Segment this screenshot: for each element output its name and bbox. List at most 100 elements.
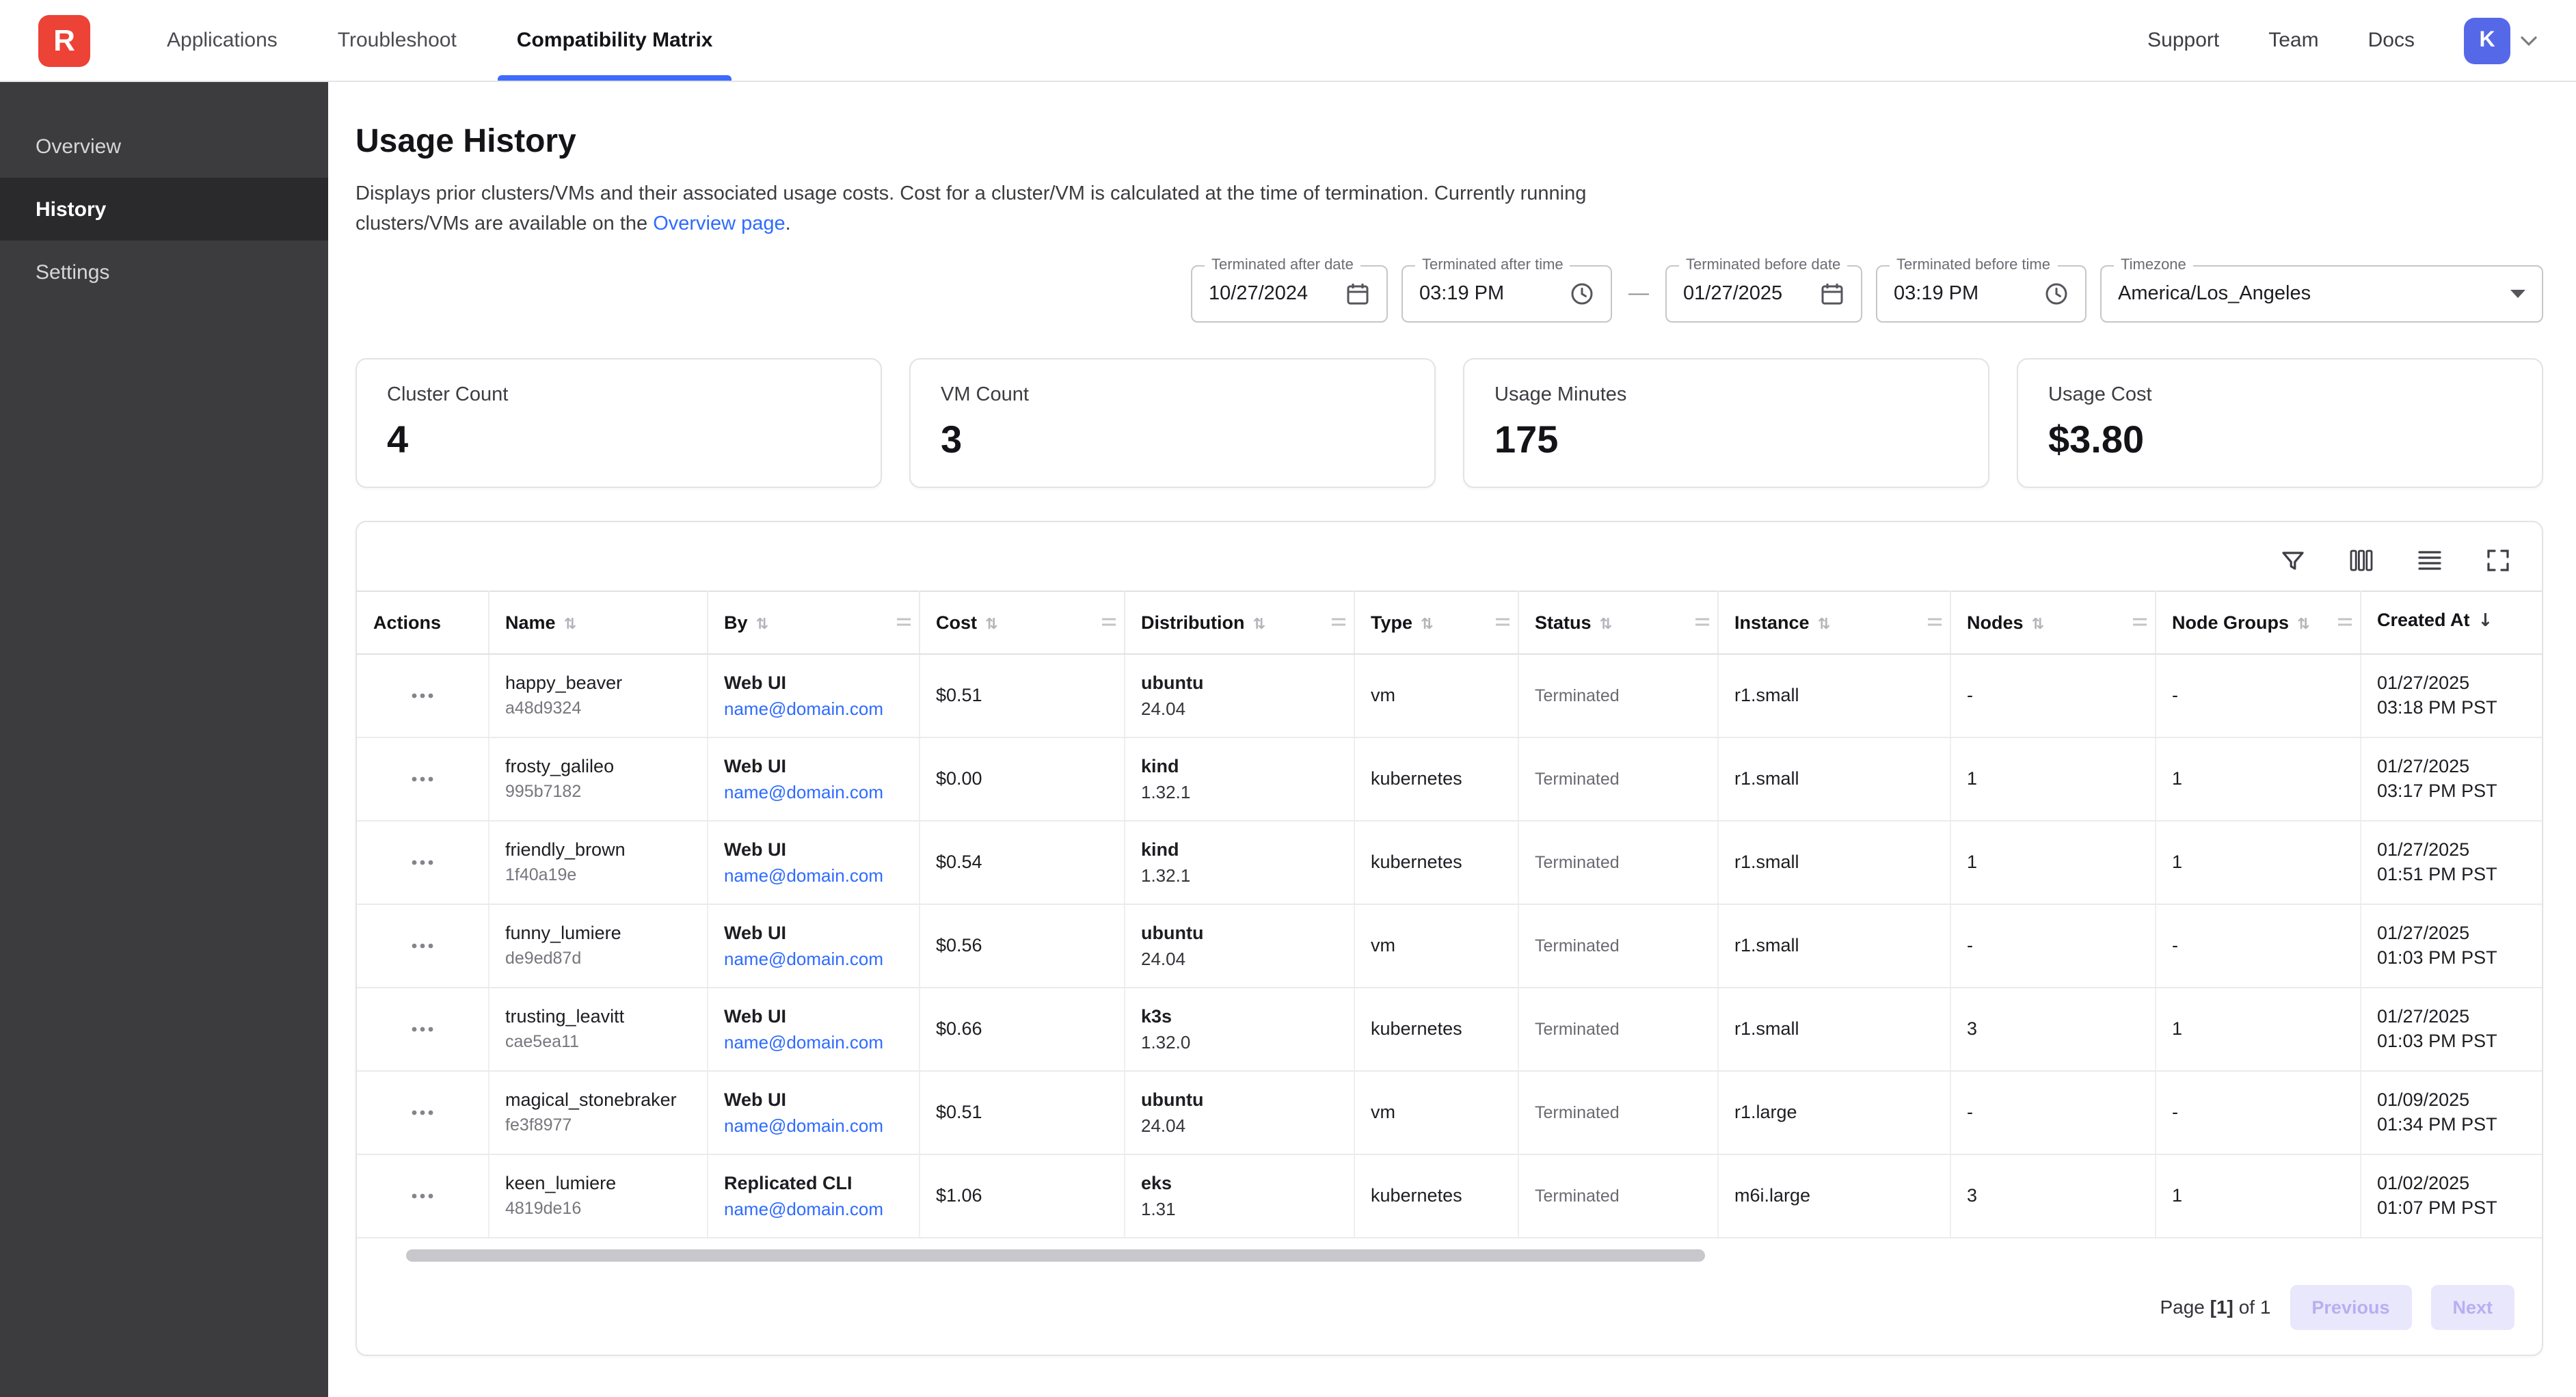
timezone-select[interactable]: Timezone America/Los_Angeles (2100, 265, 2543, 322)
sort-icon[interactable]: ⇅ (2297, 614, 2309, 632)
row-actions-button[interactable] (402, 933, 443, 958)
density-icon[interactable] (2413, 543, 2446, 576)
node-count: - (1967, 1102, 2138, 1122)
sort-icon[interactable]: ⇅ (564, 614, 576, 632)
column-separator-icon[interactable] (1693, 616, 1710, 628)
calendar-icon[interactable] (1820, 281, 1844, 306)
terminated-before-time-value[interactable]: 03:19 PM (1894, 282, 1978, 304)
column-header-distribution[interactable]: Distribution⇅ (1124, 591, 1354, 653)
creator-email-link[interactable]: name@domain.com (724, 865, 902, 885)
node-group-count: 1 (2172, 1018, 2343, 1039)
terminated-after-time-field[interactable]: Terminated after time 03:19 PM (1401, 265, 1612, 322)
cost-value: $0.54 (936, 852, 1107, 872)
timezone-value[interactable]: America/Los_Angeles (2118, 282, 2311, 304)
row-actions-button[interactable] (402, 850, 443, 874)
creator-email-link[interactable]: name@domain.com (724, 1031, 902, 1052)
sort-icon[interactable]: ⇅ (2032, 614, 2044, 632)
creator-email-link[interactable]: name@domain.com (724, 698, 902, 718)
cluster-name: frosty_galileo (505, 756, 690, 776)
column-separator-icon[interactable] (1330, 616, 1346, 628)
creator-email-link[interactable]: name@domain.com (724, 1198, 902, 1219)
distribution-name: k3s (1141, 1005, 1337, 1026)
terminated-before-date-field[interactable]: Terminated before date 01/27/2025 (1665, 265, 1862, 322)
column-separator-icon[interactable] (895, 616, 911, 628)
terminated-before-time-field[interactable]: Terminated before time 03:19 PM (1876, 265, 2087, 322)
calendar-icon[interactable] (1345, 281, 1370, 306)
horizontal-scrollbar[interactable] (384, 1249, 2514, 1262)
sort-icon[interactable]: ⇅ (1600, 614, 1612, 632)
cluster-id: 995b7182 (505, 782, 690, 801)
column-header-status[interactable]: Status⇅ (1518, 591, 1717, 653)
sort-desc-icon[interactable]: ↓ (2478, 612, 2493, 632)
terminated-before-date-value[interactable]: 01/27/2025 (1683, 282, 1782, 304)
terminated-after-time-value[interactable]: 03:19 PM (1419, 282, 1504, 304)
columns-icon[interactable] (2345, 543, 2378, 576)
column-separator-icon[interactable] (1494, 616, 1510, 628)
column-header-name[interactable]: Name⇅ (488, 591, 707, 653)
row-actions-button[interactable] (402, 1100, 443, 1124)
column-separator-icon[interactable] (2131, 616, 2147, 628)
dropdown-arrow-icon[interactable] (2510, 289, 2525, 297)
sort-icon[interactable]: ⇅ (1818, 614, 1830, 632)
sort-icon[interactable]: ⇅ (756, 614, 768, 632)
sidebar-item-settings[interactable]: Settings (0, 241, 328, 303)
usage-history-table: Actions Name⇅ By⇅ Cost⇅ Distribution⇅ Ty… (357, 590, 2542, 1238)
row-actions-button[interactable] (402, 766, 443, 791)
column-header-by[interactable]: By⇅ (707, 591, 919, 653)
created-time: 03:18 PM PST (2377, 697, 2525, 718)
created-date: 01/27/2025 (2377, 1006, 2525, 1027)
cluster-id: 4819de16 (505, 1199, 690, 1218)
column-header-nodes[interactable]: Nodes⇅ (1950, 591, 2155, 653)
terminated-after-date-value[interactable]: 10/27/2024 (1209, 282, 1308, 304)
avatar[interactable]: K (2464, 17, 2510, 64)
scrollbar-thumb[interactable] (405, 1249, 1705, 1261)
filter-icon[interactable] (2277, 543, 2309, 576)
column-header-type[interactable]: Type⇅ (1354, 591, 1518, 653)
next-page-button[interactable]: Next (2430, 1284, 2514, 1329)
status-badge: Terminated (1535, 769, 1700, 788)
stat-label: Usage Minutes (1494, 383, 1958, 405)
overview-page-link[interactable]: Overview page (653, 213, 785, 235)
clock-icon[interactable] (2044, 281, 2069, 306)
created-by: Replicated CLI (724, 1172, 902, 1193)
column-separator-icon[interactable] (1100, 616, 1116, 628)
stat-label: VM Count (941, 383, 1404, 405)
cluster-name: happy_beaver (505, 673, 690, 693)
clock-icon[interactable] (1570, 281, 1594, 306)
user-menu[interactable]: K (2464, 17, 2538, 64)
nav-link-team[interactable]: Team (2268, 29, 2318, 52)
sidebar-item-history[interactable]: History (0, 178, 328, 241)
nav-link-support[interactable]: Support (2147, 29, 2219, 52)
creator-email-link[interactable]: name@domain.com (724, 781, 902, 802)
node-group-count: 1 (2172, 768, 2343, 789)
sort-icon[interactable]: ⇅ (1253, 614, 1265, 632)
sort-icon[interactable]: ⇅ (985, 614, 997, 632)
column-separator-icon[interactable] (1926, 616, 1942, 628)
cluster-id: de9ed87d (505, 949, 690, 968)
sort-icon[interactable]: ⇅ (1421, 614, 1433, 632)
column-header-created-at[interactable]: Created At↓ (2360, 591, 2542, 653)
previous-page-button[interactable]: Previous (2290, 1284, 2411, 1329)
tab-applications[interactable]: Applications (137, 0, 308, 81)
row-actions-button[interactable] (402, 683, 443, 707)
node-count: 3 (1967, 1018, 2138, 1039)
creator-email-link[interactable]: name@domain.com (724, 1115, 902, 1135)
tab-troubleshoot[interactable]: Troubleshoot (308, 0, 487, 81)
brand-logo[interactable]: R (38, 14, 90, 66)
column-header-instance[interactable]: Instance⇅ (1717, 591, 1950, 653)
column-header-node-groups[interactable]: Node Groups⇅ (2155, 591, 2360, 653)
instance-type: r1.small (1734, 685, 1933, 705)
cost-value: $0.56 (936, 935, 1107, 955)
sidebar-item-overview[interactable]: Overview (0, 115, 328, 178)
fullscreen-icon[interactable] (2482, 543, 2514, 576)
created-date: 01/27/2025 (2377, 673, 2525, 693)
nav-link-docs[interactable]: Docs (2368, 29, 2415, 52)
tab-compatibility-matrix[interactable]: Compatibility Matrix (487, 0, 743, 81)
creator-email-link[interactable]: name@domain.com (724, 948, 902, 968)
row-actions-button[interactable] (402, 1016, 443, 1041)
column-header-cost[interactable]: Cost⇅ (919, 591, 1124, 653)
page-info: Page [1] of 1 (2160, 1296, 2270, 1318)
terminated-after-date-field[interactable]: Terminated after date 10/27/2024 (1191, 265, 1388, 322)
row-actions-button[interactable] (402, 1183, 443, 1208)
column-separator-icon[interactable] (2336, 616, 2352, 628)
